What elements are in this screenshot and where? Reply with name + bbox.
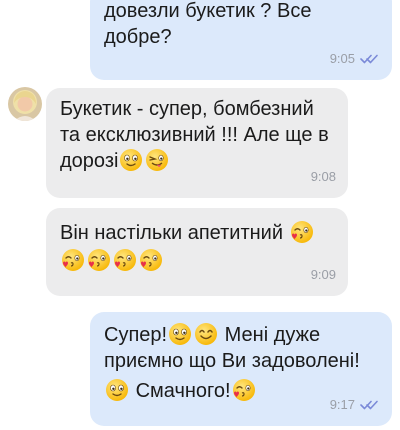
- message-text: Він настільки апетитний: [60, 222, 284, 244]
- kissing-heart-face-icon: [290, 220, 314, 244]
- winking-tongue-face-icon: [145, 148, 169, 172]
- avatar-photo: [8, 87, 42, 121]
- kissing-heart-face-icon: [139, 248, 163, 272]
- message-meta: 9:17: [330, 392, 380, 418]
- message-text-line: Букетик - супер, бомбезний: [60, 98, 314, 120]
- message-text-line: Він настільки апетитний: [60, 220, 334, 246]
- smiling-face-icon: [119, 148, 143, 172]
- message-bubble-incoming[interactable]: Він настільки апетитний 9:09: [46, 208, 348, 296]
- message-text-line: Супер! Мені дуже: [104, 322, 378, 348]
- message-text-line: приємно що Ви задоволені!: [104, 350, 360, 372]
- message-bubble-incoming[interactable]: Букетик - супер, бомбезний та ексклюзивн…: [46, 88, 348, 198]
- kissing-heart-face-icon: [87, 248, 111, 272]
- message-text: Мені дуже: [224, 324, 321, 346]
- message-time: 9:05: [329, 51, 355, 66]
- happy-face-icon: [194, 322, 218, 346]
- message-bubble-outgoing[interactable]: довезли букетик ? Все добре? 9:05: [90, 0, 392, 80]
- kissing-heart-face-icon: [232, 378, 256, 402]
- message-text-line: дорозі: [60, 148, 334, 174]
- message-time: 9:09: [310, 267, 336, 282]
- smiling-face-icon: [105, 378, 129, 402]
- message-text: дорозі: [60, 150, 119, 172]
- double-check-icon: [360, 400, 380, 410]
- message-meta: 9:05: [330, 46, 380, 72]
- avatar[interactable]: [8, 87, 42, 121]
- smiling-face-icon: [168, 322, 192, 346]
- message-time: 9:08: [310, 169, 336, 184]
- kissing-heart-face-icon: [113, 248, 137, 272]
- kissing-heart-face-icon: [61, 248, 85, 272]
- message-text: Супер!: [104, 324, 168, 346]
- message-text-line: та ексклюзивний !!! Але ще в: [60, 124, 329, 146]
- message-meta: 9:08: [311, 164, 336, 190]
- emoji-row: [60, 248, 334, 274]
- message-bubble-outgoing[interactable]: Супер! Мені дуже приємно що Ви задоволен…: [90, 312, 392, 426]
- message-meta: 9:09: [311, 262, 336, 288]
- message-time: 9:17: [329, 397, 355, 412]
- message-text: Смачного!: [135, 380, 231, 402]
- double-check-icon: [360, 54, 380, 64]
- message-text-line: довезли букетик ? Все: [104, 0, 312, 22]
